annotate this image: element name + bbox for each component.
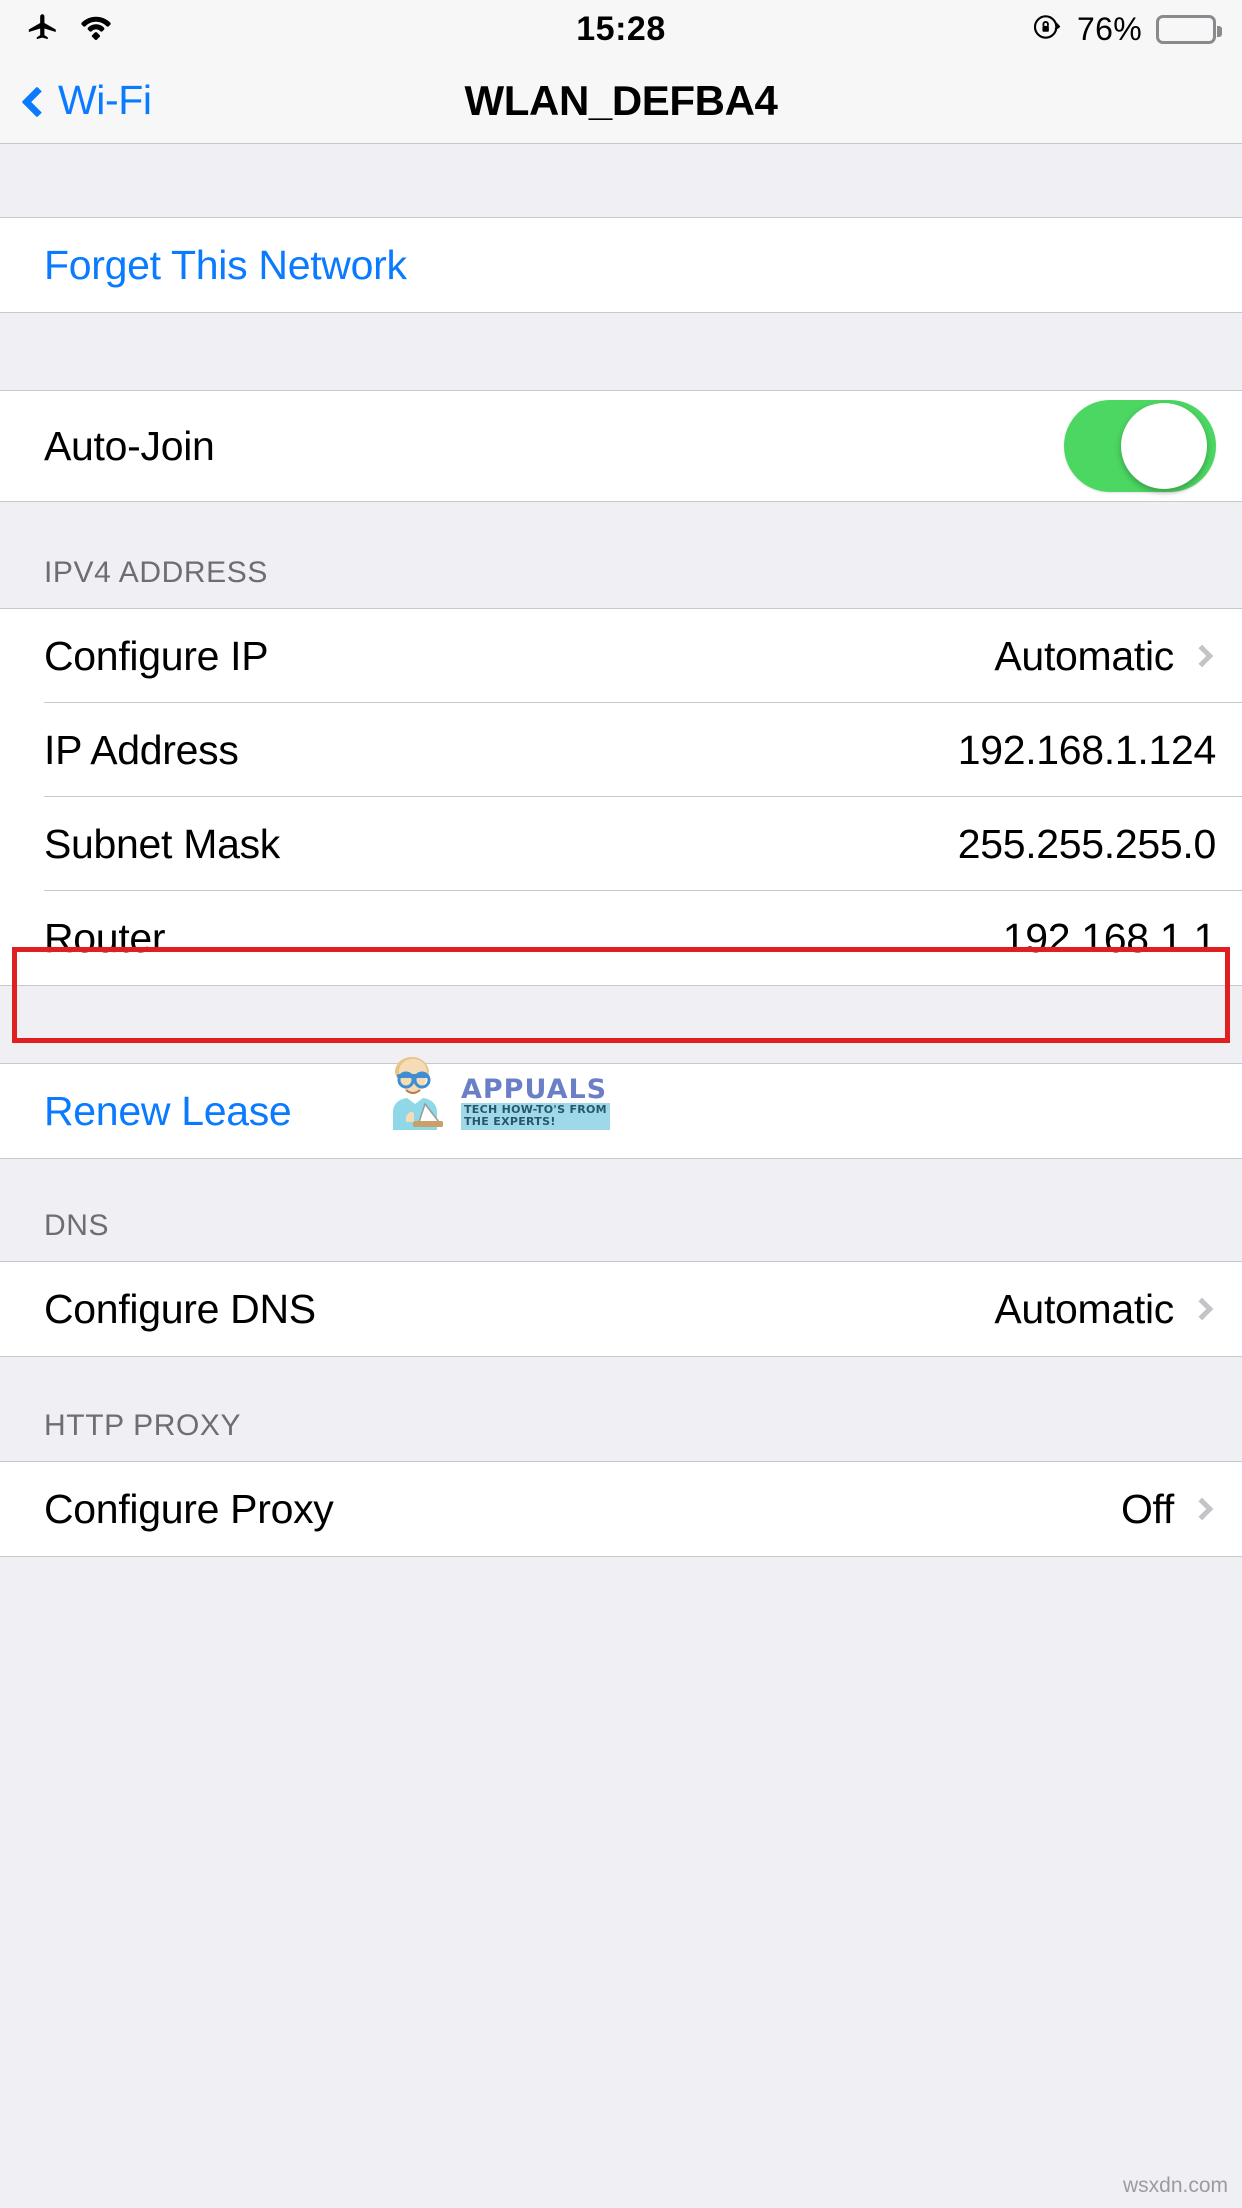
ip-address-row[interactable]: IP Address 192.168.1.124 [0,703,1242,797]
back-button-label: Wi-Fi [58,77,152,123]
configure-dns-value: Automatic [994,1285,1174,1332]
subnet-mask-label: Subnet Mask [44,820,280,867]
status-bar-right: 76% [1031,0,1222,58]
router-row-right: 192.168.1.1 [1002,914,1217,962]
configure-dns-row[interactable]: Configure DNS Automatic [0,1262,1242,1356]
battery-percent-label: 76% [1077,10,1142,47]
configure-ip-row[interactable]: Configure IP Automatic [0,609,1242,703]
ipv4-address-group: Configure IP Automatic IP Address 192.16… [0,609,1242,985]
ip-address-label: IP Address [44,726,239,773]
configure-proxy-row-right: Off [1121,1486,1216,1533]
configure-dns-label: Configure DNS [44,1285,316,1332]
configure-ip-row-right: Automatic [994,633,1216,680]
ip-address-value: 192.168.1.124 [957,726,1217,773]
section-gap-after-ipv4 [0,985,1242,1064]
renew-lease-group: Renew Lease [0,1064,1242,1158]
http-proxy-group: Configure Proxy Off [0,1462,1242,1556]
iphone-wifi-network-settings-screen: 15:28 76% Wi-Fi WLAN_DEFBA4 Forget This … [0,0,1242,2208]
configure-dns-row-right: Automatic [994,1286,1216,1333]
renew-lease-row[interactable]: Renew Lease [0,1064,1242,1158]
corner-watermark: wsxdn.com [1122,2174,1228,2197]
auto-join-group: Auto-Join [0,391,1242,501]
http-proxy-section-header: HTTP PROXY [0,1356,1242,1462]
configure-ip-label: Configure IP [44,632,269,679]
auto-join-row-right [1064,400,1216,492]
page-title: WLAN_DEFBA4 [464,76,778,124]
forget-network-group: Forget This Network [0,218,1242,312]
auto-join-row[interactable]: Auto-Join [0,391,1242,501]
chevron-right-icon [1190,1497,1214,1521]
chevron-right-icon [1190,1297,1214,1321]
router-value: 192.168.1.1 [1002,914,1217,961]
chevron-left-icon [21,85,53,118]
renew-lease-label: Renew Lease [44,1087,292,1134]
subnet-mask-row-right: 255.255.255.0 [957,820,1217,868]
rotation-lock-icon [1031,11,1063,48]
dns-section-header: DNS [0,1158,1242,1262]
ip-address-row-right: 192.168.1.124 [957,726,1217,774]
subnet-mask-value: 255.255.255.0 [957,820,1217,867]
auto-join-toggle[interactable] [1064,400,1216,492]
router-row[interactable]: Router 192.168.1.1 [0,891,1242,985]
ipv4-address-section-header: IPV4 ADDRESS [0,501,1242,609]
chevron-right-icon [1190,644,1214,668]
section-gap-top [0,144,1242,218]
router-label: Router [44,914,166,961]
navigation-bar: Wi-Fi WLAN_DEFBA4 [0,58,1242,144]
forget-this-network-label: Forget This Network [44,241,407,288]
configure-proxy-label: Configure Proxy [44,1485,334,1532]
status-bar: 15:28 76% [0,0,1242,58]
forget-this-network-row[interactable]: Forget This Network [0,218,1242,312]
configure-ip-value: Automatic [994,632,1174,679]
back-button[interactable]: Wi-Fi [0,77,152,124]
battery-icon [1156,14,1222,44]
section-gap-after-forget [0,312,1242,391]
subnet-mask-row[interactable]: Subnet Mask 255.255.255.0 [0,797,1242,891]
bottom-filler [0,1556,1242,1756]
configure-proxy-row[interactable]: Configure Proxy Off [0,1462,1242,1556]
auto-join-label: Auto-Join [44,422,215,469]
auto-join-toggle-knob [1121,403,1207,489]
dns-group: Configure DNS Automatic [0,1262,1242,1356]
configure-proxy-value: Off [1120,1485,1174,1532]
